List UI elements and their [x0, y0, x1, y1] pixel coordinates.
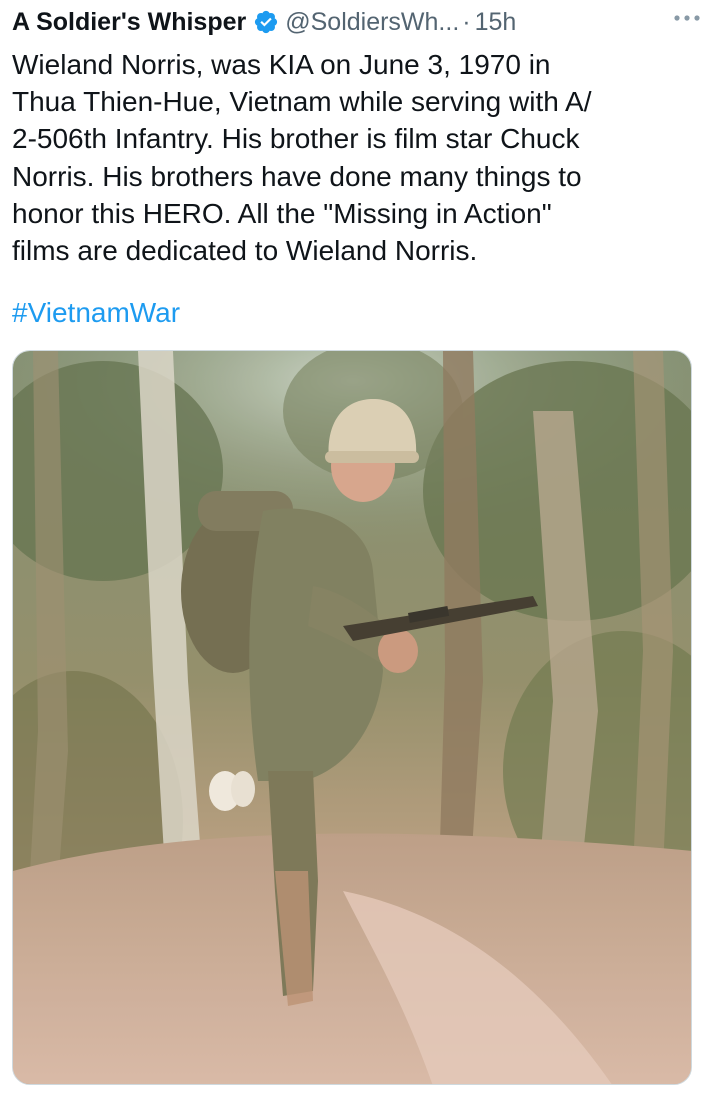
- tweet-text: Wieland Norris, was KIA on June 3, 1970 …: [12, 49, 592, 267]
- verified-badge-icon: [253, 9, 279, 35]
- more-dots-icon[interactable]: [669, 10, 705, 26]
- author-handle[interactable]: @SoldiersWh...: [285, 8, 459, 37]
- tweet-header: A Soldier's Whisper @SoldiersWh... · 15h: [12, 4, 702, 40]
- author-display-name[interactable]: A Soldier's Whisper: [12, 8, 246, 37]
- tweet[interactable]: A Soldier's Whisper @SoldiersWh... · 15h…: [0, 0, 711, 1095]
- tweet-photo[interactable]: [12, 350, 692, 1085]
- separator-dot: ·: [462, 7, 471, 36]
- hashtag-link[interactable]: #VietnamWar: [12, 294, 180, 331]
- soldier-photo-image: [13, 351, 691, 1084]
- tweet-timestamp[interactable]: 15h: [475, 8, 517, 37]
